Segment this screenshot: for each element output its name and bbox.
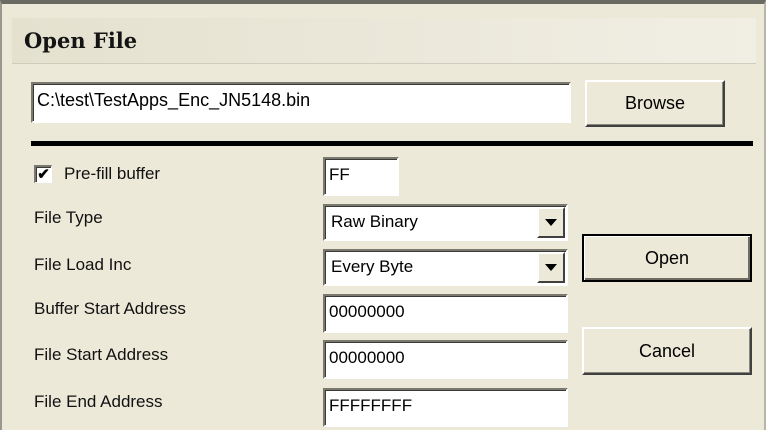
file-load-inc-dropdown-button[interactable] <box>537 252 565 283</box>
browse-button[interactable]: Browse <box>585 80 725 127</box>
checkmark-icon: ✔ <box>37 166 50 183</box>
separator-line <box>31 141 753 146</box>
file-type-dropdown-button[interactable] <box>537 207 565 238</box>
file-type-value: Raw Binary <box>331 212 418 231</box>
dialog-title: Open File <box>24 28 138 53</box>
file-path-input[interactable]: C:\test\TestApps_Enc_JN5148.bin <box>31 82 571 123</box>
chevron-down-icon <box>545 264 557 271</box>
file-load-inc-select[interactable]: Every Byte <box>323 249 568 286</box>
file-start-input[interactable]: 00000000 <box>323 340 568 379</box>
buffer-start-label: Buffer Start Address <box>34 299 186 318</box>
file-load-inc-label: File Load Inc <box>34 255 132 274</box>
file-end-label: File End Address <box>34 392 163 411</box>
cancel-button[interactable]: Cancel <box>582 327 752 375</box>
open-button[interactable]: Open <box>582 234 752 282</box>
file-type-select[interactable]: Raw Binary <box>323 204 568 241</box>
file-load-inc-value: Every Byte <box>331 257 414 276</box>
file-type-label: File Type <box>34 208 103 227</box>
file-end-input[interactable]: FFFFFFFF <box>323 388 568 427</box>
chevron-down-icon <box>545 219 557 226</box>
file-start-label: File Start Address <box>34 345 169 364</box>
prefill-value-input[interactable]: FF <box>323 157 399 196</box>
buffer-start-input[interactable]: 00000000 <box>323 294 568 333</box>
prefill-label: Pre-fill buffer <box>64 164 161 183</box>
prefill-checkbox[interactable]: ✔ <box>34 165 52 183</box>
